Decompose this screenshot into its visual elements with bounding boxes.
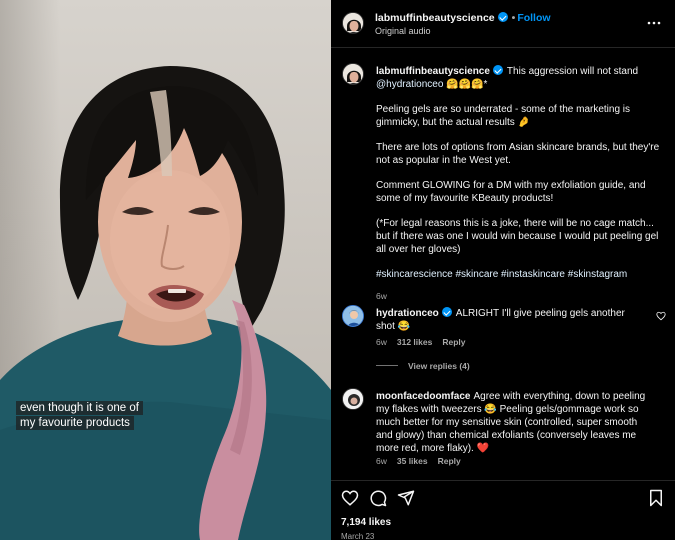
- post-caption: labmuffinbeautyscience This aggression wi…: [376, 65, 664, 303]
- comment-meta: 6w 312 likes Reply: [376, 337, 465, 347]
- post-like-count[interactable]: 7,194 likes: [341, 517, 391, 528]
- comment-username[interactable]: moonfacedoomface: [376, 391, 470, 402]
- caption-paragraph-2: Peeling gels are so underrated - some of…: [376, 104, 631, 128]
- view-replies-button[interactable]: View replies (4): [376, 361, 470, 371]
- video-frame: [0, 66, 331, 540]
- commenter-avatar[interactable]: [342, 388, 364, 410]
- video-caption-text: even though it is one of my favourite pr…: [16, 401, 143, 430]
- audio-label[interactable]: Original audio: [375, 26, 431, 36]
- comment-like-heart-icon[interactable]: [656, 311, 666, 321]
- header-user-line: labmuffinbeautyscience • Follow: [375, 12, 551, 24]
- caption-line1: This aggression will not stand: [506, 66, 639, 77]
- caption-author-avatar[interactable]: [342, 63, 364, 85]
- verified-badge-icon: [492, 65, 503, 75]
- separator-dot: •: [511, 12, 516, 24]
- share-icon[interactable]: [397, 489, 415, 507]
- post-panel: labmuffinbeautyscience • Follow Original a…: [331, 0, 675, 540]
- comment-likes[interactable]: 312 likes: [397, 337, 432, 347]
- caption-paragraph-4: Comment GLOWING for a DM with my exfolia…: [376, 180, 646, 204]
- comment-text: hydrationceo ALRIGHT I'll give peeling ge…: [376, 307, 646, 333]
- caption-paragraph-3: There are lots of options from Asian ski…: [376, 142, 660, 166]
- caption-age: 6w: [376, 291, 387, 301]
- header-username[interactable]: labmuffinbeautyscience: [375, 12, 495, 24]
- comment-age: 6w: [376, 337, 387, 347]
- more-horizontal-icon[interactable]: [647, 16, 661, 30]
- comment-username[interactable]: hydrationceo: [376, 308, 439, 319]
- commenter-avatar[interactable]: [342, 305, 364, 327]
- caption-first-paragraph: labmuffinbeautyscience This aggression wi…: [376, 65, 664, 91]
- caption-username[interactable]: labmuffinbeautyscience: [376, 66, 490, 77]
- post-date: March 23: [341, 532, 375, 540]
- comments-scroll-area[interactable]: labmuffinbeautyscience This aggression wi…: [331, 49, 675, 480]
- video-caption: even though it is one of my favourite pr…: [16, 401, 143, 431]
- bookmark-icon[interactable]: [647, 489, 665, 507]
- post-header: labmuffinbeautyscience • Follow Original a…: [331, 0, 675, 48]
- caption-paragraph-5: (*For legal reasons this is a joke, ther…: [376, 218, 659, 255]
- comment-icon[interactable]: [369, 489, 387, 507]
- caption-hashtags[interactable]: #skincarescience #skincare #instaskincar…: [376, 268, 664, 281]
- post-actions-bar: 7,194 likes March 23: [331, 480, 675, 540]
- comment-age: 6w: [376, 456, 387, 466]
- caption-mention-suffix: 🤗🤗🤗*: [443, 79, 488, 90]
- verified-badge-icon: [441, 307, 452, 317]
- follow-button[interactable]: Follow: [517, 12, 550, 24]
- video-player[interactable]: even though it is one of my favourite pr…: [0, 0, 331, 540]
- comment-reply-button[interactable]: Reply: [442, 337, 465, 347]
- author-avatar[interactable]: [342, 12, 364, 34]
- caption-mention-link[interactable]: @hydrationceo: [376, 79, 443, 90]
- comment-likes[interactable]: 35 likes: [397, 456, 428, 466]
- comment-meta: 6w 35 likes Reply: [376, 456, 461, 466]
- comment-text: moonfacedoomface Agree with everything, d…: [376, 390, 646, 455]
- verified-badge-icon: [497, 12, 508, 22]
- comment-reply-button[interactable]: Reply: [438, 456, 461, 466]
- heart-icon[interactable]: [341, 489, 359, 507]
